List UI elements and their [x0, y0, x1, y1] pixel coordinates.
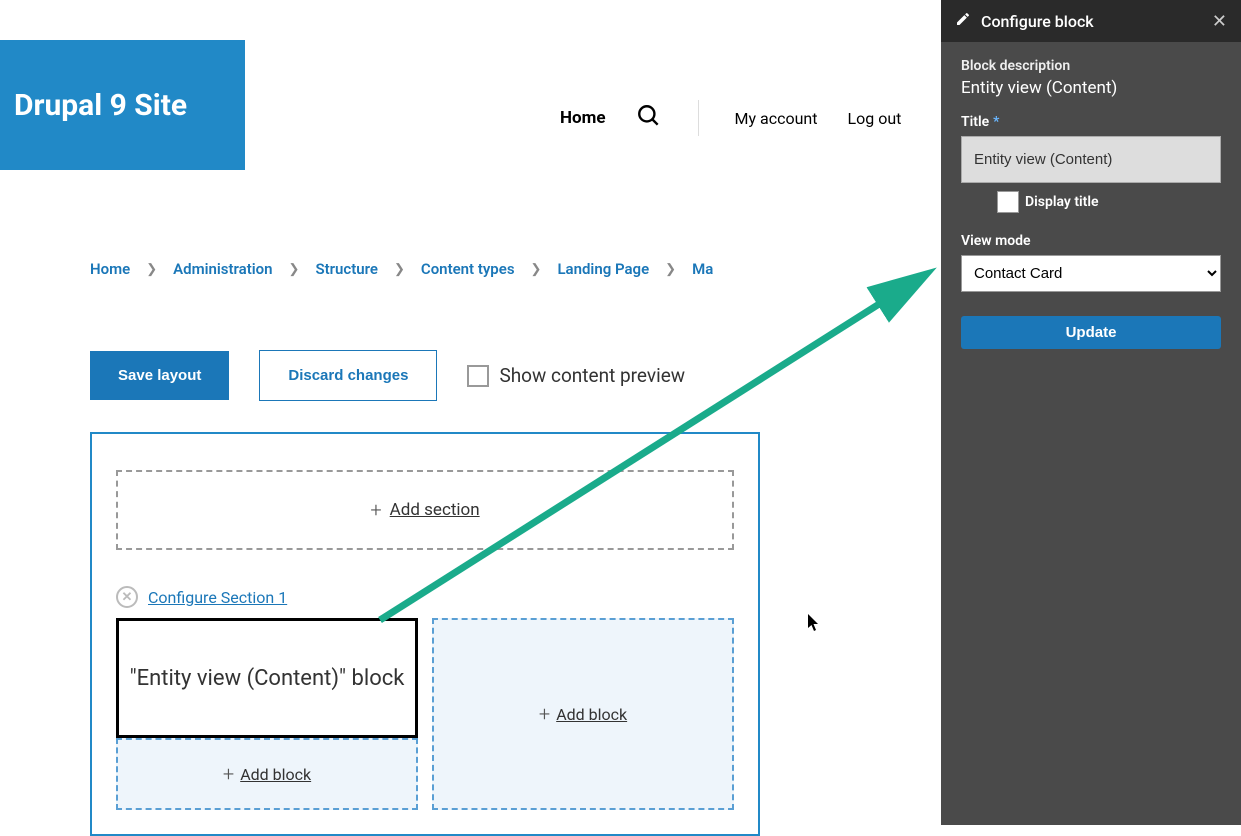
site-name: Drupal 9 Site: [14, 88, 187, 123]
layout-columns: "Entity view (Content)" block + Add bloc…: [116, 618, 734, 810]
nav-my-account[interactable]: My account: [735, 109, 818, 128]
block-description: Entity view (Content): [961, 78, 1221, 98]
add-block-label: Add block: [240, 765, 311, 784]
required-indicator: *: [993, 114, 999, 130]
checkbox-icon[interactable]: [467, 365, 489, 387]
breadcrumb-item[interactable]: Landing Page: [557, 260, 649, 278]
layout-column-left: "Entity view (Content)" block + Add bloc…: [116, 618, 418, 810]
preview-checkbox-wrap[interactable]: Show content preview: [467, 364, 685, 387]
plus-icon: +: [370, 498, 381, 522]
top-nav: Home My account Log out: [560, 100, 901, 136]
plus-icon: +: [539, 702, 550, 726]
display-title-checkbox[interactable]: Display title: [997, 191, 1221, 213]
view-mode-label: View mode: [961, 233, 1221, 249]
nav-home[interactable]: Home: [560, 108, 606, 128]
add-section-button[interactable]: + Add section: [116, 470, 734, 550]
panel-title: Configure block: [981, 12, 1202, 31]
title-input[interactable]: [961, 136, 1221, 183]
add-section-label: Add section: [390, 500, 480, 520]
plus-icon: +: [223, 762, 234, 786]
preview-label: Show content preview: [499, 364, 685, 387]
discard-changes-button[interactable]: Discard changes: [259, 350, 437, 401]
layout-column-right: + Add block: [432, 618, 734, 810]
chevron-right-icon: ❯: [531, 262, 542, 277]
add-block-button[interactable]: + Add block: [116, 738, 418, 810]
breadcrumb: Home ❯ Administration ❯ Structure ❯ Cont…: [90, 260, 713, 278]
action-row: Save layout Discard changes Show content…: [90, 350, 685, 401]
nav-log-out[interactable]: Log out: [848, 109, 902, 128]
close-icon[interactable]: ✕: [116, 586, 138, 608]
section-header: ✕ Configure Section 1: [116, 586, 734, 608]
entity-view-block[interactable]: "Entity view (Content)" block: [116, 618, 418, 738]
close-icon[interactable]: ✕: [1212, 11, 1227, 32]
nav-divider: [698, 100, 699, 136]
search-icon[interactable]: [636, 103, 662, 133]
title-field-label: Title *: [961, 114, 1221, 130]
chevron-right-icon: ❯: [146, 262, 157, 277]
breadcrumb-item[interactable]: Ma: [692, 260, 713, 278]
add-block-label: Add block: [556, 705, 627, 724]
chevron-right-icon: ❯: [394, 262, 405, 277]
update-button[interactable]: Update: [961, 316, 1221, 349]
pencil-icon: [955, 11, 971, 31]
site-logo[interactable]: Drupal 9 Site: [0, 40, 245, 170]
configure-block-panel: Configure block ✕ Block description Enti…: [941, 0, 1241, 825]
breadcrumb-item[interactable]: Administration: [173, 260, 272, 278]
breadcrumb-item[interactable]: Home: [90, 260, 130, 278]
save-layout-button[interactable]: Save layout: [90, 351, 229, 400]
panel-header: Configure block ✕: [941, 0, 1241, 42]
panel-body: Block description Entity view (Content) …: [941, 42, 1241, 365]
breadcrumb-item[interactable]: Structure: [315, 260, 378, 278]
cursor-icon: [808, 614, 822, 636]
view-mode-select[interactable]: Contact Card: [961, 255, 1221, 292]
configure-section-link[interactable]: Configure Section 1: [148, 588, 287, 607]
block-description-label: Block description: [961, 58, 1221, 74]
block-label: "Entity view (Content)" block: [130, 666, 405, 691]
add-block-button[interactable]: + Add block: [432, 618, 734, 810]
chevron-right-icon: ❯: [665, 262, 676, 277]
checkbox-icon[interactable]: [997, 191, 1019, 213]
chevron-right-icon: ❯: [289, 262, 300, 277]
layout-canvas: + Add section ✕ Configure Section 1 "Ent…: [90, 432, 760, 836]
display-title-label: Display title: [1025, 194, 1099, 210]
breadcrumb-item[interactable]: Content types: [421, 260, 515, 278]
